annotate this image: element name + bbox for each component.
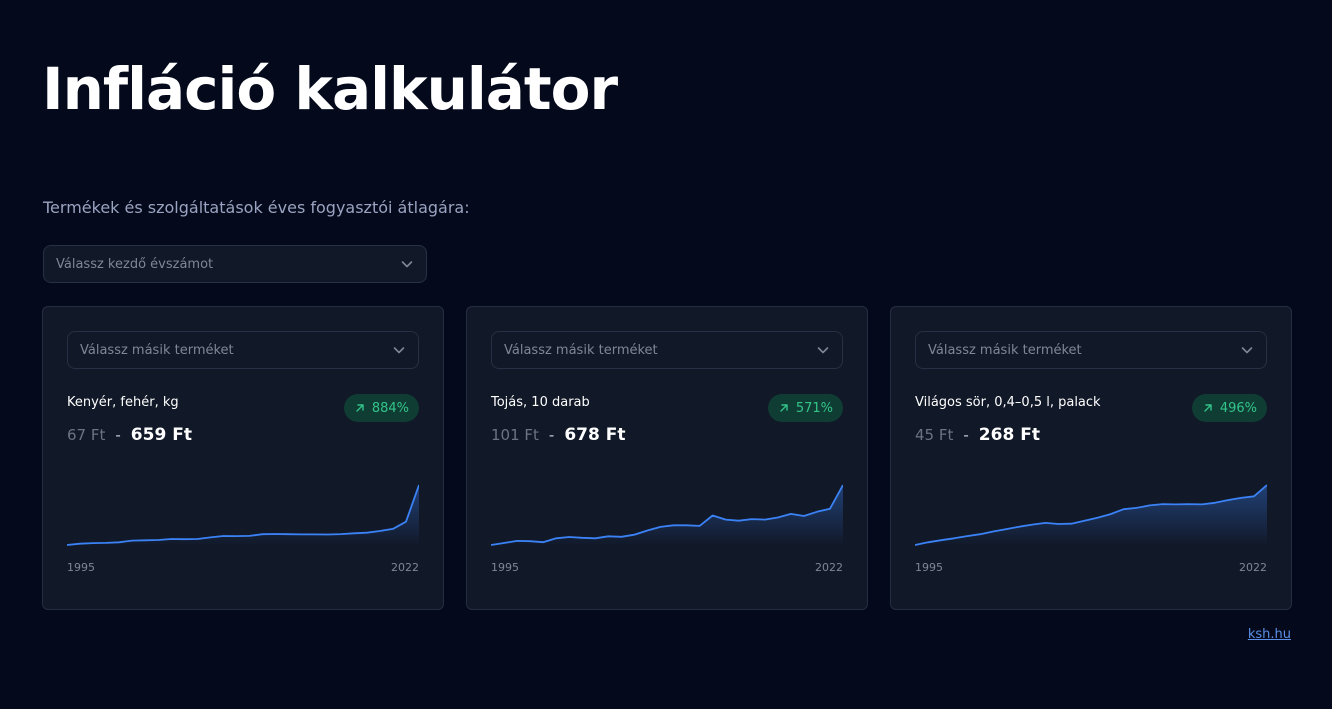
end-year-label: 2022 [391,561,419,574]
chevron-down-icon [401,261,413,268]
sparkline-area [67,485,419,547]
price-sparkline [491,484,843,547]
price-separator: - [115,426,121,444]
chevron-down-icon [1241,347,1253,354]
start-price: 45 Ft [915,426,954,444]
end-year-label: 2022 [815,561,843,574]
arrow-up-right-icon [1204,404,1212,412]
start-price: 101 Ft [491,426,539,444]
price-sparkline [915,484,1267,547]
arrow-up-right-icon [356,404,364,412]
product-card: Válassz másik terméket Tojás, 10 darab 5… [466,306,868,610]
inflation-percent: 571% [795,400,833,416]
chevron-down-icon [817,347,829,354]
start-price: 67 Ft [67,426,106,444]
page-title: Infláció kalkulátor [42,55,618,123]
product-select-placeholder: Válassz másik terméket [504,342,658,358]
price-sparkline [67,484,419,547]
chevron-down-icon [393,347,405,354]
start-year-label: 1995 [915,561,943,574]
end-price: 659 Ft [130,425,192,445]
inflation-percent: 496% [1219,400,1257,416]
product-name: Tojás, 10 darab [491,395,590,410]
product-select[interactable]: Válassz másik terméket [915,331,1267,369]
price-range: 67 Ft - 659 Ft [67,425,192,445]
price-range: 45 Ft - 268 Ft [915,425,1040,445]
product-name: Kenyér, fehér, kg [67,395,179,410]
end-year-label: 2022 [1239,561,1267,574]
price-range: 101 Ft - 678 Ft [491,425,626,445]
product-card: Válassz másik terméket Világos sör, 0,4–… [890,306,1292,610]
price-separator: - [963,426,969,444]
sparkline-area [491,485,843,547]
product-select[interactable]: Válassz másik terméket [491,331,843,369]
inflation-badge: 571% [767,394,843,422]
start-year-select-placeholder: Válassz kezdő évszámot [56,256,214,272]
product-card: Válassz másik terméket Kenyér, fehér, kg… [42,306,444,610]
end-price: 268 Ft [978,425,1040,445]
product-select-placeholder: Válassz másik terméket [928,342,1082,358]
product-select-placeholder: Válassz másik terméket [80,342,234,358]
start-year-label: 1995 [67,561,95,574]
inflation-percent: 884% [371,400,409,416]
start-year-select[interactable]: Válassz kezdő évszámot [43,245,427,283]
price-separator: - [548,426,555,444]
page-subtitle: Termékek és szolgáltatások éves fogyaszt… [43,198,470,217]
start-year-label: 1995 [491,561,519,574]
end-price: 678 Ft [564,425,626,445]
product-select[interactable]: Válassz másik terméket [67,331,419,369]
product-name: Világos sör, 0,4–0,5 l, palack [915,395,1101,410]
source-link[interactable]: ksh.hu [1248,627,1291,642]
sparkline-area [915,485,1267,547]
inflation-badge: 496% [1191,394,1267,422]
inflation-badge: 884% [343,394,419,422]
arrow-up-right-icon [780,404,788,412]
